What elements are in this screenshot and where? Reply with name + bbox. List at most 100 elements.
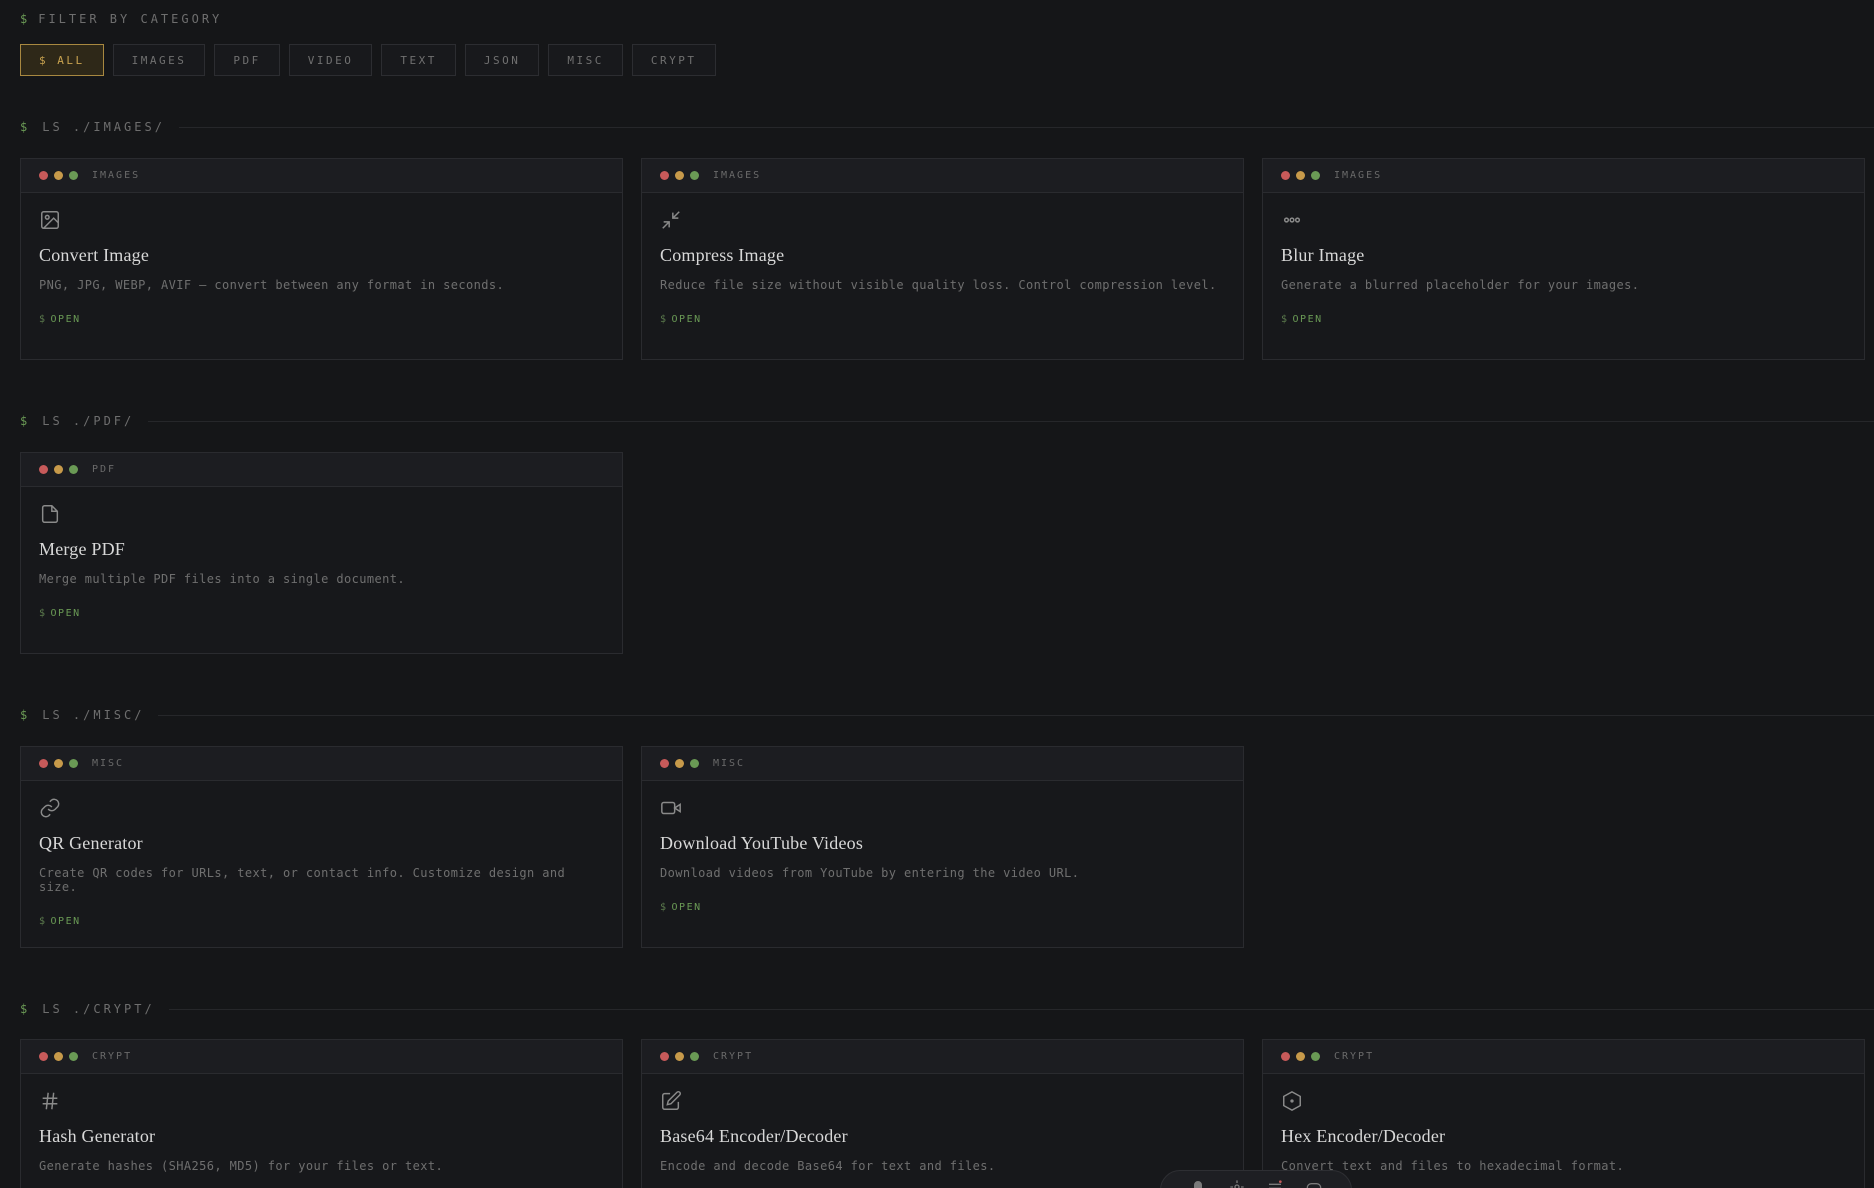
card-category-tag: CRYPT bbox=[713, 1051, 754, 1062]
filter-button-pdf[interactable]: PDF bbox=[214, 44, 280, 76]
section-divider bbox=[168, 1008, 1874, 1010]
compress-icon bbox=[660, 209, 682, 231]
filter-button-images[interactable]: IMAGES bbox=[112, 44, 206, 76]
category-filter-bar: $ ALL IMAGES PDF VIDEO TEXT JSON MISC CR… bbox=[20, 44, 716, 76]
tool-card-convert-image[interactable]: IMAGES Convert Image PNG, JPG, WEBP, AVI… bbox=[20, 158, 623, 360]
window-dot-yellow bbox=[54, 171, 63, 180]
file-icon bbox=[39, 503, 61, 525]
window-dot-yellow bbox=[675, 1052, 684, 1061]
card-header: CRYPT bbox=[642, 1040, 1243, 1074]
section-title-misc: $ LS ./MISC/ bbox=[20, 708, 1874, 722]
card-header: IMAGES bbox=[21, 159, 622, 193]
hash-icon bbox=[39, 1090, 61, 1112]
gamepad-icon[interactable] bbox=[1306, 1179, 1322, 1188]
filter-button-all[interactable]: $ ALL bbox=[20, 44, 104, 76]
card-description: Reduce file size without visible quality… bbox=[660, 278, 1217, 292]
prompt-symbol: $ bbox=[39, 608, 47, 619]
window-dot-green bbox=[69, 171, 78, 180]
tool-card-qr-generator[interactable]: MISC QR Generator Create QR codes for UR… bbox=[20, 746, 623, 948]
filter-label: $ FILTER BY CATEGORY bbox=[20, 12, 222, 26]
bell-icon[interactable] bbox=[1190, 1179, 1206, 1188]
menu-icon[interactable] bbox=[1267, 1179, 1283, 1188]
window-dot-green bbox=[69, 759, 78, 768]
window-dot-red bbox=[660, 171, 669, 180]
prompt-symbol: $ bbox=[660, 902, 668, 913]
tool-card-base64[interactable]: CRYPT Base64 Encoder/Decoder Encode and … bbox=[641, 1039, 1244, 1188]
card-description: Generate a blurred placeholder for your … bbox=[1281, 278, 1640, 292]
tool-card-download-youtube[interactable]: MISC Download YouTube Videos Download vi… bbox=[641, 746, 1244, 948]
card-header: IMAGES bbox=[1263, 159, 1864, 193]
window-dot-red bbox=[660, 1052, 669, 1061]
card-category-tag: MISC bbox=[713, 758, 746, 769]
window-dot-yellow bbox=[1296, 171, 1305, 180]
card-title: Merge PDF bbox=[39, 539, 125, 559]
card-title: Base64 Encoder/Decoder bbox=[660, 1126, 848, 1146]
settings-icon[interactable] bbox=[1229, 1179, 1245, 1188]
prompt-symbol: $ bbox=[1281, 314, 1289, 325]
section-title-text: LS ./MISC/ bbox=[42, 708, 145, 722]
window-dot-red bbox=[39, 759, 48, 768]
card-description: Create QR codes for URLs, text, or conta… bbox=[39, 866, 566, 894]
filter-button-json[interactable]: JSON bbox=[464, 44, 540, 76]
window-dot-red bbox=[39, 465, 48, 474]
tool-card-compress-image[interactable]: IMAGES Compress Image Reduce file size w… bbox=[641, 158, 1244, 360]
filter-button-video[interactable]: VIDEO bbox=[288, 44, 373, 76]
card-description: Merge multiple PDF files into a single d… bbox=[39, 572, 405, 586]
card-title: Hash Generator bbox=[39, 1126, 156, 1146]
tool-card-merge-pdf[interactable]: PDF Merge PDF Merge multiple PDF files i… bbox=[20, 452, 623, 654]
section-divider bbox=[148, 420, 1874, 422]
open-link[interactable]: $ OPEN bbox=[39, 608, 81, 619]
card-description: Download videos from YouTube by entering… bbox=[660, 866, 1080, 880]
window-dot-yellow bbox=[675, 759, 684, 768]
card-title: Hex Encoder/Decoder bbox=[1281, 1126, 1446, 1146]
tool-card-blur-image[interactable]: IMAGES Blur Image Generate a blurred pla… bbox=[1262, 158, 1865, 360]
section-title-text: LS ./CRYPT/ bbox=[42, 1002, 155, 1016]
card-header: CRYPT bbox=[1263, 1040, 1864, 1074]
prompt-symbol: $ bbox=[20, 414, 31, 428]
section-title-crypt: $ LS ./CRYPT/ bbox=[20, 1002, 1874, 1016]
open-link[interactable]: $ OPEN bbox=[39, 916, 81, 927]
section-divider bbox=[178, 126, 1874, 128]
card-title: Blur Image bbox=[1281, 245, 1365, 265]
window-dot-yellow bbox=[54, 1052, 63, 1061]
window-dot-green bbox=[690, 759, 699, 768]
window-dot-red bbox=[660, 759, 669, 768]
card-description: Convert text and files to hexadecimal fo… bbox=[1281, 1159, 1625, 1173]
section-divider bbox=[158, 714, 1874, 716]
tool-card-hash-generator[interactable]: CRYPT Hash Generator Generate hashes (SH… bbox=[20, 1039, 623, 1188]
section-title-pdf: $ LS ./PDF/ bbox=[20, 414, 1874, 428]
tool-card-hex[interactable]: CRYPT Hex Encoder/Decoder Convert text a… bbox=[1262, 1039, 1865, 1188]
card-category-tag: PDF bbox=[92, 464, 117, 475]
open-link[interactable]: $ OPEN bbox=[660, 902, 702, 913]
filter-button-misc[interactable]: MISC bbox=[548, 44, 623, 76]
floating-dock bbox=[1160, 1170, 1352, 1188]
prompt-symbol: $ bbox=[39, 916, 47, 927]
card-description: PNG, JPG, WEBP, AVIF — convert between a… bbox=[39, 278, 505, 292]
prompt-symbol: $ bbox=[20, 12, 31, 26]
filter-button-crypt[interactable]: CRYPT bbox=[631, 44, 716, 76]
blur-icon bbox=[1281, 209, 1303, 231]
open-link[interactable]: $ OPEN bbox=[1281, 314, 1323, 325]
prompt-symbol: $ bbox=[20, 708, 31, 722]
window-dot-red bbox=[1281, 1052, 1290, 1061]
filter-button-text[interactable]: TEXT bbox=[381, 44, 456, 76]
window-dot-yellow bbox=[1296, 1052, 1305, 1061]
section-title-images: $ LS ./IMAGES/ bbox=[20, 120, 1874, 134]
card-description: Generate hashes (SHA256, MD5) for your f… bbox=[39, 1159, 444, 1173]
section-title-text: LS ./PDF/ bbox=[42, 414, 135, 428]
window-dot-green bbox=[1311, 171, 1320, 180]
card-header: IMAGES bbox=[642, 159, 1243, 193]
open-link[interactable]: $ OPEN bbox=[39, 314, 81, 325]
window-dot-green bbox=[69, 465, 78, 474]
open-link[interactable]: $ OPEN bbox=[660, 314, 702, 325]
card-header: PDF bbox=[21, 453, 622, 487]
card-header: MISC bbox=[21, 747, 622, 781]
video-icon bbox=[660, 797, 682, 819]
card-title: Compress Image bbox=[660, 245, 785, 265]
card-category-tag: CRYPT bbox=[1334, 1051, 1375, 1062]
link-icon bbox=[39, 797, 61, 819]
card-category-tag: MISC bbox=[92, 758, 125, 769]
edit-icon bbox=[660, 1090, 682, 1112]
image-icon bbox=[39, 209, 61, 231]
prompt-symbol: $ bbox=[660, 314, 668, 325]
